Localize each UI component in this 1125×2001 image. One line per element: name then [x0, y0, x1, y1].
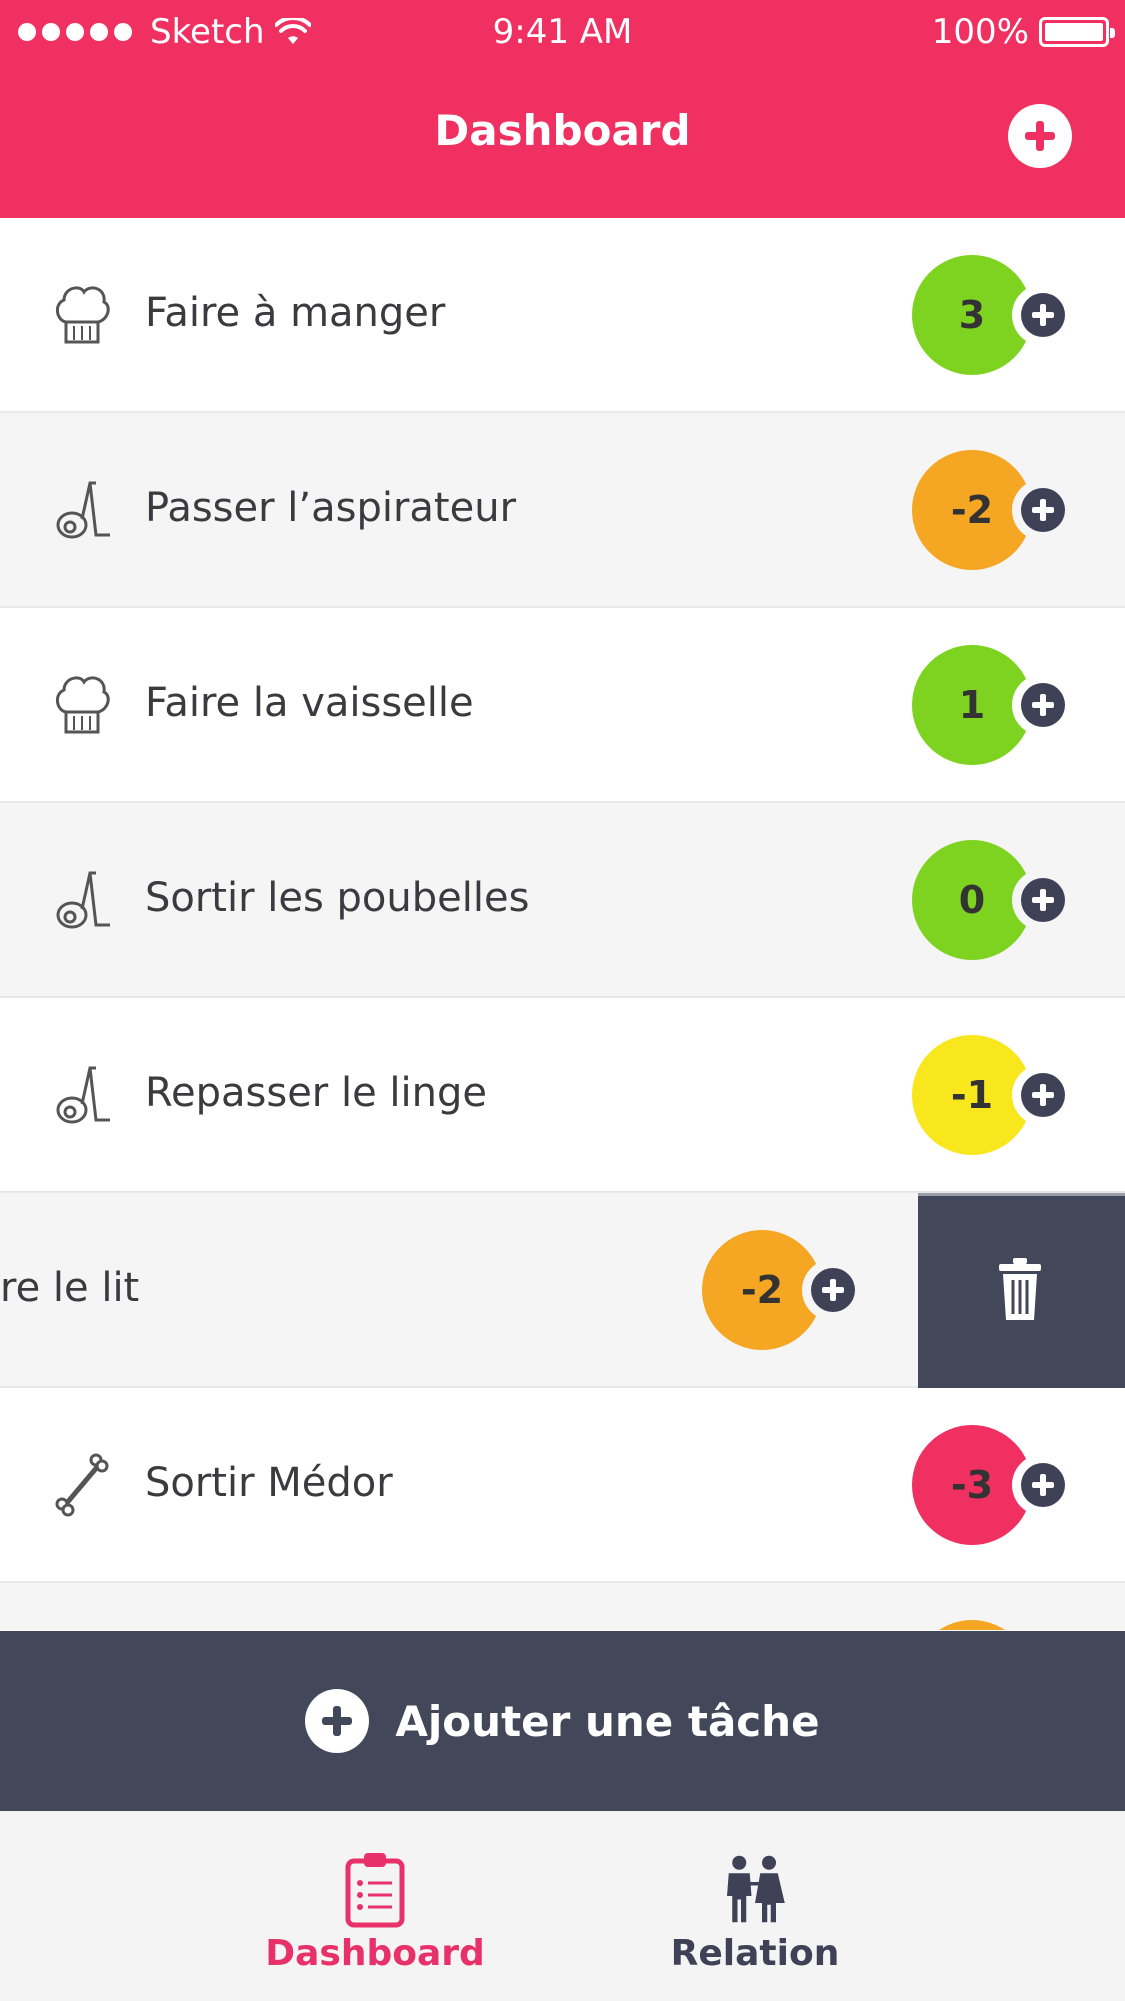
increment-button[interactable] — [1012, 479, 1074, 541]
increment-button[interactable] — [1012, 1454, 1074, 1516]
list-item[interactable]: Passer l’aspirateur -2 — [0, 413, 1125, 608]
vacuum-cleaner-icon — [56, 481, 110, 539]
list-item[interactable]: Sortir Médor -3 — [0, 1388, 1125, 1583]
page-title: Dashboard — [434, 106, 691, 155]
plus-icon — [811, 1268, 855, 1312]
bone-icon — [55, 1453, 109, 1517]
increment-button[interactable] — [1012, 284, 1074, 346]
battery-percentage: 100% — [931, 12, 1029, 52]
task-label: Repasser le linge — [145, 1070, 487, 1116]
tab-label: Dashboard — [265, 1933, 485, 1974]
task-label: Sortir les poubelles — [145, 875, 530, 921]
clipboard-icon — [345, 1853, 405, 1928]
trash-icon — [999, 1258, 1041, 1320]
increment-button[interactable] — [802, 1259, 864, 1321]
increment-button[interactable] — [1012, 1064, 1074, 1126]
plus-circle-icon — [305, 1689, 370, 1753]
header: Sketch 9:41 AM 100% Dashboard — [0, 0, 1125, 218]
list-item[interactable]: Sortir les poubelles 0 — [0, 803, 1125, 998]
chef-hat-icon — [56, 286, 110, 344]
add-task-label: Ajouter une tâche — [395, 1696, 820, 1746]
tab-relation[interactable]: Relation — [625, 1849, 885, 1974]
delete-button[interactable] — [918, 1193, 1125, 1388]
tab-bar: Dashboard Relation — [0, 1811, 1125, 2001]
plus-icon — [1021, 1073, 1065, 1117]
increment-button[interactable] — [1012, 674, 1074, 736]
increment-button[interactable] — [1012, 869, 1074, 931]
add-task-header-button[interactable] — [1008, 104, 1072, 168]
vacuum-cleaner-icon — [56, 1066, 110, 1124]
status-bar: Sketch 9:41 AM 100% — [0, 0, 1125, 66]
plus-icon — [1021, 293, 1065, 337]
plus-icon — [1021, 683, 1065, 727]
list-item[interactable]: Repasser le linge -1 — [0, 998, 1125, 1193]
chef-hat-icon — [56, 676, 110, 734]
list-item[interactable]: Faire la vaisselle 1 — [0, 608, 1125, 803]
list-item[interactable] — [0, 1583, 1125, 1630]
plus-icon — [1021, 878, 1065, 922]
couple-icon — [727, 1855, 785, 1923]
task-label: Faire la vaisselle — [145, 680, 474, 726]
task-list[interactable]: Faire à manger 3 Passer l’aspirateur -2 … — [0, 218, 1125, 1630]
add-task-button[interactable]: Ajouter une tâche — [0, 1631, 1125, 1811]
tab-label: Relation — [670, 1933, 840, 1974]
battery-icon — [1039, 17, 1115, 47]
score-badge — [912, 1620, 1032, 1630]
tab-dashboard[interactable]: Dashboard — [245, 1849, 505, 1974]
vacuum-cleaner-icon — [56, 871, 110, 929]
task-label: re le lit — [0, 1265, 140, 1311]
plus-icon — [1021, 1463, 1065, 1507]
task-label: Passer l’aspirateur — [145, 485, 517, 531]
task-label: Faire à manger — [145, 290, 446, 336]
list-item[interactable]: Faire à manger 3 — [0, 218, 1125, 413]
plus-icon — [1021, 488, 1065, 532]
task-label: Sortir Médor — [145, 1460, 393, 1506]
list-item-swiped[interactable]: re le lit -2 — [0, 1193, 1125, 1388]
